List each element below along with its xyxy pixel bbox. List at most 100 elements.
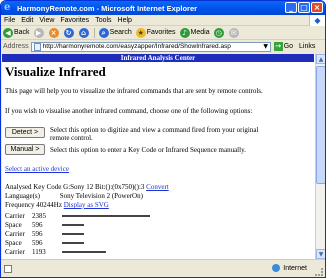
history-icon: ◷	[213, 27, 224, 38]
instruction-text: If you wish to visualise another infrare…	[5, 107, 253, 115]
pulse-type: Space	[5, 239, 22, 247]
address-label: Address	[3, 43, 29, 50]
address-input[interactable]: http://harmonyremote.com/easyzapper/Infr…	[30, 41, 271, 52]
frequency-label: Frequency 40244Hz	[5, 201, 62, 209]
status-bar: Internet	[1, 259, 325, 277]
history-button[interactable]: ◷	[213, 27, 225, 38]
stop-icon: ×	[48, 27, 59, 38]
detect-description-line-2: remote control.	[50, 134, 93, 142]
frequency-row: Frequency 40244Hz Display as SVG	[5, 201, 109, 209]
detect-description: Select this option to digitize and view …	[50, 126, 258, 142]
menu-view[interactable]: View	[39, 17, 54, 24]
language-label: Language(s)	[5, 192, 40, 200]
forward-button[interactable]: ▶	[33, 27, 45, 38]
pulse-type: Carrier	[5, 212, 25, 220]
windows-logo-icon: ◆	[309, 15, 325, 26]
key-code-label: Analysed Key Code	[5, 183, 62, 191]
media-label: Media	[190, 29, 210, 36]
menu-bar: File Edit View Favorites Tools Help ◆	[1, 15, 325, 26]
pulse-type: Carrier	[5, 248, 25, 256]
pulse-length-bar	[62, 251, 106, 254]
pulse-value: 596	[32, 221, 43, 229]
refresh-icon: ↻	[63, 27, 74, 38]
pulse-value: 596	[32, 239, 43, 247]
pulse-value: 2385	[32, 212, 46, 220]
window-title: HarmonyRemote.com - Microsoft Internet E…	[17, 3, 198, 13]
security-zone: Internet	[272, 264, 307, 272]
convert-link[interactable]: Convert	[146, 183, 169, 191]
home-button[interactable]: ⌂	[78, 27, 90, 38]
mail-icon: ✉	[228, 27, 239, 38]
pulse-row: Carrier 596	[5, 230, 84, 238]
analysis-center-header: Infrared Analysis Center	[2, 54, 314, 62]
search-icon: ⌕	[98, 27, 109, 38]
media-icon: ♪	[179, 27, 190, 38]
manual-button[interactable]: Manual >	[5, 144, 45, 155]
star-icon: ★	[135, 27, 146, 38]
pulse-type: Space	[5, 221, 22, 229]
navigation-toolbar: ◀ Back ▶ × ↻ ⌂ ⌕ Search ★ Favorites ♪ Me…	[1, 26, 325, 40]
key-code-row: Analysed Key Code G:Sony 12 Bit:():(0x75…	[5, 183, 169, 191]
favorites-button[interactable]: ★ Favorites	[135, 27, 176, 38]
language-value: Sony Television 2 (PowerOn)	[59, 192, 143, 200]
scroll-up-icon[interactable]: ▲	[316, 54, 325, 64]
favorites-label: Favorites	[146, 29, 176, 36]
close-icon[interactable]: ×	[311, 2, 323, 13]
window-controls: _ □ ×	[285, 2, 323, 13]
refresh-button[interactable]: ↻	[63, 27, 75, 38]
chevron-down-icon[interactable]: ▼	[262, 43, 270, 51]
page-icon	[33, 42, 41, 51]
address-url[interactable]: http://harmonyremote.com/easyzapper/Infr…	[43, 43, 262, 50]
pulse-length-bar	[62, 215, 150, 218]
detect-description-line-1: Select this option to digitize and view …	[50, 126, 259, 134]
scroll-thumb[interactable]	[316, 66, 325, 184]
back-label: Back	[14, 29, 30, 36]
title-bar[interactable]: e HarmonyRemote.com - Microsoft Internet…	[1, 1, 325, 15]
search-button[interactable]: ⌕ Search	[98, 27, 132, 38]
back-arrow-icon: ◀	[3, 27, 13, 38]
maximize-icon[interactable]: □	[298, 2, 310, 13]
done-icon	[4, 265, 12, 273]
pulse-type: Carrier	[5, 230, 25, 238]
pulse-length-bar	[62, 233, 84, 236]
menu-file[interactable]: File	[4, 17, 15, 24]
toolbar-divider	[93, 27, 95, 38]
menu-edit[interactable]: Edit	[21, 17, 33, 24]
pulse-value: 1193	[32, 248, 46, 256]
minimize-icon[interactable]: _	[285, 2, 297, 13]
display-svg-link[interactable]: Display as SVG	[64, 201, 109, 209]
menu-help[interactable]: Help	[118, 17, 132, 24]
page-title: Visualize Infrared	[5, 64, 106, 79]
pulse-length-bar	[62, 242, 84, 245]
pulse-row: Space 596	[5, 221, 84, 229]
go-arrow-icon: →	[273, 42, 283, 51]
page-viewport[interactable]: Infrared Analysis Center Visualize Infra…	[2, 54, 316, 259]
zone-label: Internet	[283, 264, 307, 272]
back-button[interactable]: ◀ Back	[3, 27, 30, 38]
browser-window: e HarmonyRemote.com - Microsoft Internet…	[0, 0, 326, 278]
pulse-row: Carrier 2385	[5, 212, 150, 220]
scroll-down-icon[interactable]: ▼	[316, 249, 325, 259]
resize-grip-icon[interactable]	[315, 268, 323, 276]
menu-favorites[interactable]: Favorites	[60, 17, 89, 24]
pulse-row: Space 596	[5, 239, 84, 247]
pulse-row: Carrier 1193	[5, 248, 106, 256]
forward-arrow-icon: ▶	[33, 27, 44, 38]
address-bar: Address http://harmonyremote.com/easyzap…	[1, 40, 325, 53]
go-label: Go	[283, 43, 294, 50]
vertical-scrollbar[interactable]: ▲ ▼	[315, 54, 325, 259]
go-button[interactable]: → Go	[273, 42, 294, 51]
mail-button[interactable]: ✉	[228, 27, 240, 38]
language-row: Language(s) Sony Television 2 (PowerOn)	[5, 192, 143, 200]
pulse-length-bar	[62, 224, 84, 227]
select-device-link[interactable]: Select an active device	[5, 165, 69, 173]
detect-button[interactable]: Detect >	[5, 127, 45, 138]
home-icon: ⌂	[78, 27, 89, 38]
intro-text: This page will help you to visualize the…	[5, 87, 263, 95]
stop-button[interactable]: ×	[48, 27, 60, 38]
media-button[interactable]: ♪ Media	[179, 27, 210, 38]
manual-description: Select this option to enter a Key Code o…	[50, 146, 246, 154]
links-button[interactable]: Links	[299, 43, 315, 50]
menu-tools[interactable]: Tools	[95, 17, 111, 24]
key-code-value: G:Sony 12 Bit:():(0x750)():3	[63, 183, 145, 191]
